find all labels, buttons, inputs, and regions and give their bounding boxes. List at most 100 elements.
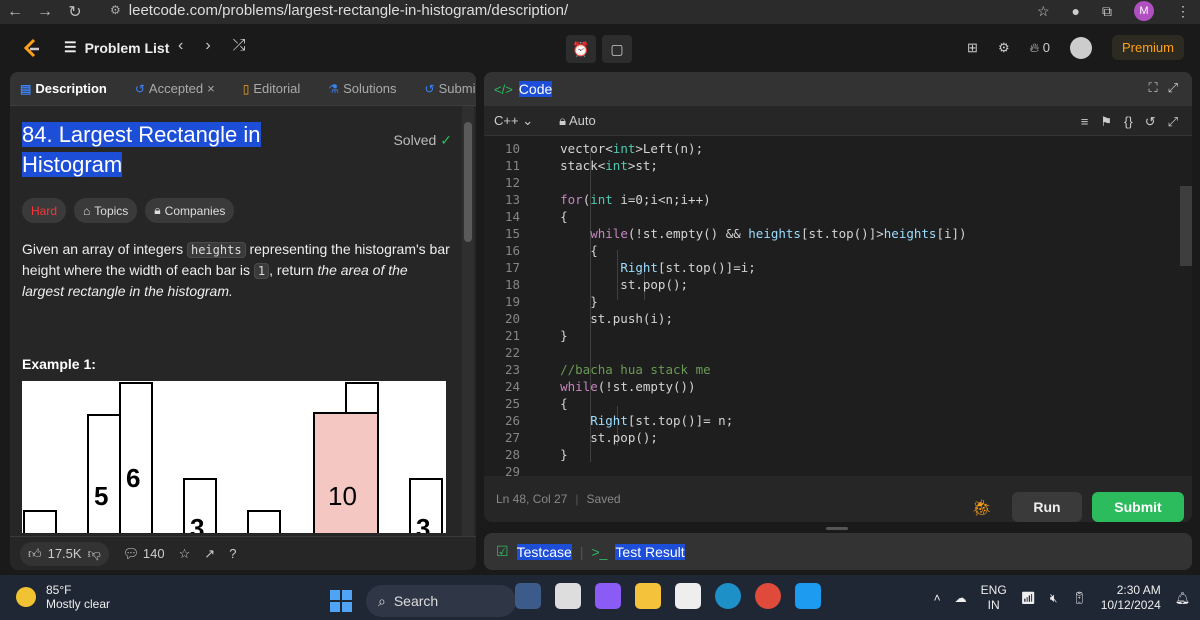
testcase-tab[interactable]: Testcase — [516, 543, 572, 560]
line-number: 25 — [504, 396, 520, 411]
streak-counter[interactable]: 🔥︎ 0 — [1030, 40, 1050, 56]
code-line[interactable]: 11 stack<int>st; — [484, 157, 967, 174]
language-selector[interactable]: C++ ⌄ — [494, 113, 533, 129]
auto-mode[interactable]: 🔒︎ Auto — [559, 113, 596, 129]
debug-icon[interactable]: 🐞︎ — [972, 498, 992, 518]
volume-mute-icon[interactable]: 🔇︎ — [1050, 591, 1058, 606]
thumbs-down-icon[interactable]: 👎︎ — [88, 546, 101, 562]
code-line[interactable]: 14 { — [484, 208, 967, 225]
code-line[interactable]: 21 } — [484, 327, 967, 344]
title-line: 84. Largest Rectangle in — [22, 122, 261, 147]
reset-icon[interactable]: ↺ — [1145, 114, 1156, 130]
code-line[interactable]: 10 vector<int>Left(n); — [484, 140, 967, 157]
problem-list-button[interactable]: ☰ Problem List — [64, 39, 169, 56]
notes-icon[interactable]: ▢ — [602, 35, 632, 63]
chrome-icon[interactable] — [755, 583, 781, 609]
code-line[interactable]: 20 st.push(i); — [484, 310, 967, 327]
windows-start-icon[interactable] — [330, 590, 352, 612]
language-indicator[interactable]: ENG IN — [981, 583, 1007, 613]
help-icon[interactable]: ? — [229, 546, 236, 561]
code-tab[interactable]: Code — [518, 81, 553, 97]
panel-resize-handle[interactable] — [826, 527, 848, 530]
timer-icon[interactable]: ⏰ — [566, 35, 596, 63]
topics-badge[interactable]: ⌂ Topics — [74, 198, 138, 223]
difficulty-badge[interactable]: Hard — [22, 198, 67, 223]
share-icon[interactable]: ↗ — [204, 546, 215, 562]
next-problem-icon[interactable]: › — [205, 37, 210, 55]
bookmark-star-icon[interactable]: ☆ — [1037, 3, 1050, 20]
file-explorer-icon[interactable] — [635, 583, 661, 609]
code-line[interactable]: 12 — [484, 174, 967, 191]
format-lines-icon[interactable]: ≡ — [1081, 114, 1089, 130]
extension-icon[interactable]: ● — [1072, 3, 1080, 19]
taskbar-search[interactable]: ⌕ Search — [366, 585, 516, 617]
battery-icon[interactable]: 🔋︎ — [1071, 591, 1086, 605]
editor-scroll-thumb[interactable] — [1180, 186, 1192, 266]
code-line[interactable]: 16 { — [484, 242, 967, 259]
code-line[interactable]: 15 while(!st.empty() && heights[st.top()… — [484, 225, 967, 242]
maximize-icon[interactable]: ⤢ — [1168, 80, 1178, 96]
forward-arrow-icon[interactable]: → — [30, 3, 60, 21]
widgets-icon[interactable] — [515, 583, 541, 609]
copilot-icon[interactable] — [595, 583, 621, 609]
tab-editorial[interactable]: ▯ Editorial — [243, 81, 301, 96]
bookmark-icon[interactable]: ⚑ — [1100, 114, 1112, 130]
code-line[interactable]: 22 — [484, 344, 967, 361]
cloud-icon[interactable]: ☁ — [955, 591, 967, 605]
leetcode-logo-icon[interactable] — [22, 38, 42, 60]
tab-description[interactable]: ▤ Description — [20, 81, 107, 96]
layout-grid-icon[interactable]: ⊞ — [967, 40, 978, 56]
code-editor[interactable]: 10 vector<int>Left(n); 11 stack<int>st; 12… — [484, 136, 1192, 479]
code-line[interactable]: 27 st.pop(); — [484, 429, 967, 446]
code-line[interactable]: 18 st.pop(); — [484, 276, 967, 293]
browser-menu-icon[interactable]: ⋮ — [1176, 3, 1190, 20]
expand-icon[interactable]: ⛶ — [1148, 80, 1157, 96]
code-line[interactable]: 24 while(!st.empty()) — [484, 378, 967, 395]
scroll-thumb[interactable] — [464, 122, 472, 242]
premium-button[interactable]: Premium — [1111, 35, 1184, 60]
tab-solutions[interactable]: ⚗ Solutions — [328, 81, 396, 96]
twitter-icon[interactable] — [795, 583, 821, 609]
description-scrollbar[interactable] — [462, 106, 474, 536]
code-line[interactable]: 26 Right[st.top()]= n; — [484, 412, 967, 429]
braces-icon[interactable]: {} — [1124, 114, 1133, 130]
wifi-icon[interactable]: 📶︎ — [1021, 591, 1036, 605]
code-line[interactable]: 28 } — [484, 446, 967, 463]
weather-widget[interactable]: 85°F Mostly clear — [16, 583, 110, 611]
back-arrow-icon[interactable]: ← — [0, 3, 30, 21]
problem-title[interactable]: 84. Largest Rectangle in Histogram — [22, 120, 452, 180]
tab-submissions[interactable]: ↺ Submis — [425, 81, 476, 96]
submit-button[interactable]: Submit — [1092, 492, 1184, 522]
code-line[interactable]: 25 { — [484, 395, 967, 412]
editor-scrollbar[interactable] — [1180, 136, 1192, 476]
fullscreen-icon[interactable]: ⤢ — [1168, 114, 1178, 130]
url-text: leetcode.com/problems/largest-rectangle-… — [128, 1, 569, 19]
code-line[interactable]: 13 for(int i=0;i<n;i++) — [484, 191, 967, 208]
tab-accepted[interactable]: ↺ Accepted × — [135, 81, 215, 96]
code-line[interactable]: 19 } — [484, 293, 967, 310]
clock[interactable]: 2:30 AM 10/12/2024 — [1101, 583, 1161, 613]
store-icon[interactable] — [675, 583, 701, 609]
code-line[interactable]: 23 //bacha hua stack me — [484, 361, 967, 378]
notification-icon[interactable]: 🔔︎ — [1175, 591, 1190, 605]
shuffle-icon[interactable]: ⤮ — [233, 37, 246, 55]
reload-icon[interactable]: ↻ — [60, 2, 90, 22]
thumbs-up-icon[interactable]: 👍︎ — [28, 546, 42, 562]
user-avatar[interactable] — [1069, 36, 1092, 59]
address-bar[interactable]: ⚙ leetcode.com/problems/largest-rectangl… — [110, 0, 568, 20]
comments-button[interactable]: 💬︎ 140 — [123, 546, 165, 562]
task-view-icon[interactable] — [555, 583, 581, 609]
close-icon[interactable]: × — [207, 81, 215, 96]
test-result-tab[interactable]: Test Result — [615, 543, 685, 560]
code-line[interactable]: 17 Right[st.top()]=i; — [484, 259, 967, 276]
settings-gear-icon[interactable]: ⚙ — [998, 40, 1010, 56]
star-icon[interactable]: ☆ — [179, 546, 191, 562]
edge-icon[interactable] — [715, 583, 741, 609]
run-button[interactable]: Run — [1012, 492, 1082, 522]
puzzle-icon[interactable]: ⧉ — [1102, 3, 1112, 20]
site-settings-icon[interactable]: ⚙ — [110, 3, 121, 17]
profile-avatar[interactable]: M — [1134, 1, 1154, 21]
prev-problem-icon[interactable]: ‹ — [178, 37, 183, 55]
companies-badge[interactable]: 🔒︎ Companies — [145, 198, 235, 223]
chevron-up-icon[interactable]: ˄ — [934, 591, 941, 605]
